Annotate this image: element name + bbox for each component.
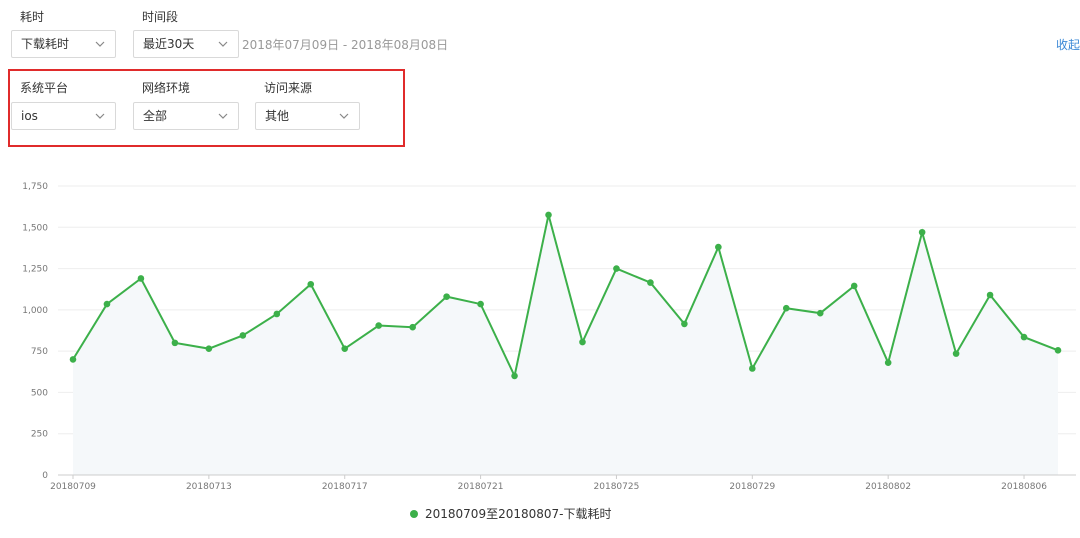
chevron-down-icon <box>95 103 105 129</box>
platform-label: 系统平台 <box>20 81 69 95</box>
y-tick-label: 1,500 <box>22 223 48 233</box>
data-point <box>952 350 960 357</box>
data-point <box>69 356 77 363</box>
source-select-value: 其他 <box>265 109 290 123</box>
chart-legend[interactable]: 20180709至20180807-下载耗时 <box>410 506 612 522</box>
duration-select-value: 下载耗时 <box>21 37 70 51</box>
data-point <box>715 243 722 251</box>
x-tick-label: 20180802 <box>865 482 911 492</box>
x-tick-label: 20180717 <box>322 482 368 492</box>
duration-label: 耗时 <box>20 10 45 24</box>
x-tick-labels: 20180709 20180713 20180717 20180721 20180725… <box>50 475 1047 492</box>
period-label: 时间段 <box>142 10 179 24</box>
data-point <box>749 365 756 372</box>
chevron-down-icon <box>95 31 105 57</box>
legend-label: 20180709至20180807-下载耗时 <box>425 507 612 521</box>
data-point <box>816 309 824 317</box>
x-tick-label: 20180725 <box>594 482 640 492</box>
data-point <box>579 338 586 346</box>
data-point <box>409 323 416 331</box>
x-tick-label: 20180729 <box>729 482 775 492</box>
y-tick-label: 1,750 <box>22 182 48 192</box>
source-label: 访问来源 <box>264 81 313 95</box>
data-point <box>681 320 688 328</box>
data-point <box>1020 333 1028 341</box>
y-tick-label: 1,250 <box>22 265 48 275</box>
y-tick-label: 250 <box>31 430 48 440</box>
data-point <box>511 372 518 380</box>
x-tick-label: 20180713 <box>186 482 232 492</box>
data-point <box>782 304 790 312</box>
platform-select[interactable]: ios <box>11 102 116 130</box>
data-point <box>273 310 281 318</box>
line-chart: 02505007501,0001,2501,5001,750 20180709 2… <box>22 182 1076 492</box>
y-tick-label: 500 <box>31 388 48 398</box>
network-select-value: 全部 <box>143 109 168 123</box>
period-select-value: 最近30天 <box>143 37 195 51</box>
date-range: 2018年07月09日 - 2018年08月08日 <box>242 38 449 52</box>
x-tick-label: 20180721 <box>458 482 504 492</box>
legend-marker <box>410 510 418 518</box>
data-point <box>918 228 926 236</box>
chevron-down-icon <box>339 103 349 129</box>
y-tick-label: 1,000 <box>22 306 48 316</box>
data-point <box>341 345 349 352</box>
data-point <box>545 211 552 219</box>
source-select[interactable]: 其他 <box>255 102 360 130</box>
x-tick-label: 20180709 <box>50 482 96 492</box>
data-point <box>443 293 450 300</box>
data-point <box>647 279 654 286</box>
data-point <box>171 339 179 347</box>
data-point <box>205 345 213 352</box>
platform-select-value: ios <box>21 109 38 123</box>
network-select[interactable]: 全部 <box>133 102 239 130</box>
duration-select[interactable]: 下载耗时 <box>11 30 116 58</box>
data-point <box>613 265 620 272</box>
network-label: 网络环境 <box>142 81 191 95</box>
data-point <box>986 291 994 299</box>
data-point <box>239 332 247 339</box>
data-point <box>137 275 145 282</box>
data-point <box>477 300 484 308</box>
x-tick-label: 20180806 <box>1001 482 1047 492</box>
data-point <box>1054 347 1062 354</box>
chevron-down-icon <box>218 103 228 129</box>
chevron-down-icon <box>218 31 228 57</box>
y-tick-label: 750 <box>31 347 48 357</box>
data-point <box>850 282 858 290</box>
data-point <box>307 280 315 288</box>
data-point <box>103 300 111 308</box>
data-point <box>884 359 892 367</box>
period-select[interactable]: 最近30天 <box>133 30 239 58</box>
collapse-link[interactable]: 收起 <box>1056 36 1080 54</box>
data-point <box>375 322 382 329</box>
y-tick-labels: 0 250 500 750 1,000 1,250 1,500 1,750 <box>22 182 48 481</box>
y-tick-label: 0 <box>42 471 48 481</box>
